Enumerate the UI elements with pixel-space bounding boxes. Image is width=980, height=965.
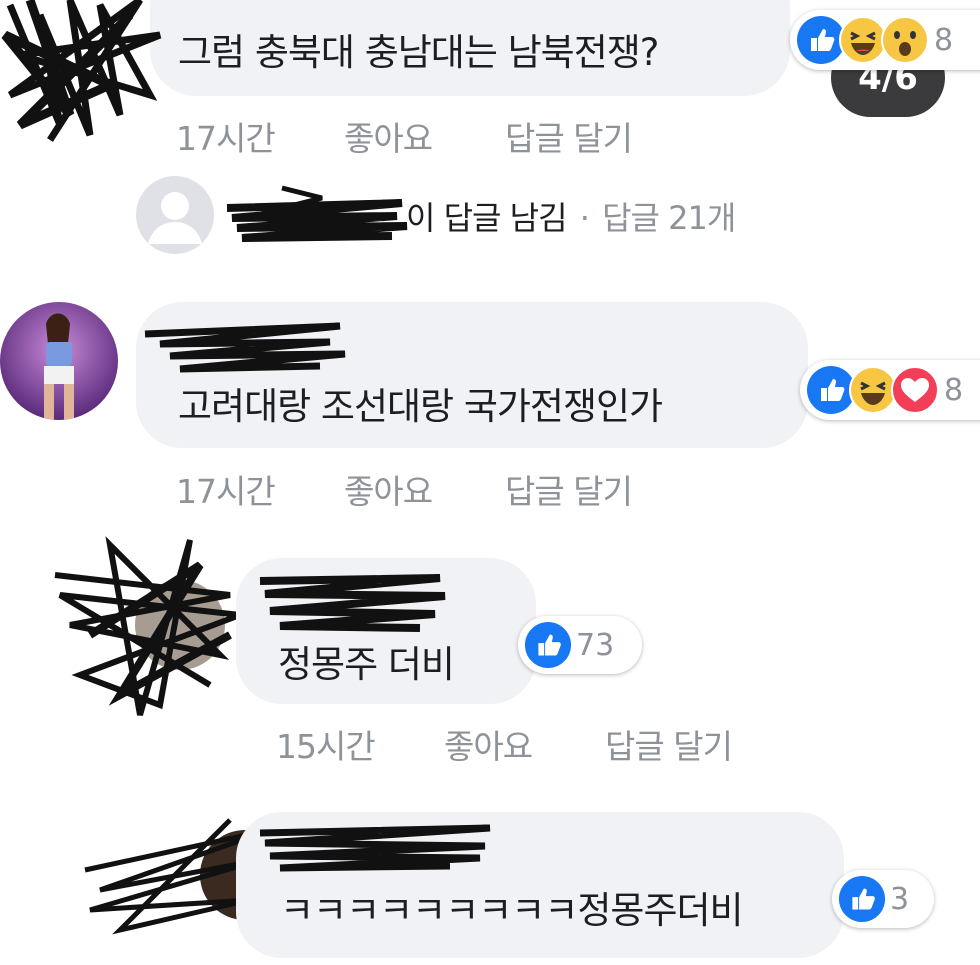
like-icon <box>524 621 572 669</box>
love-icon <box>891 366 939 414</box>
comment-text: 정몽주 더비 <box>278 643 455 686</box>
like-link[interactable]: 좋아요 <box>344 465 433 513</box>
avatar <box>136 176 214 254</box>
reply-link[interactable]: 답글 달기 <box>505 112 633 160</box>
wow-icon <box>881 16 929 64</box>
comment-time: 17시간 <box>176 472 276 511</box>
reaction-count: 8 <box>944 372 964 408</box>
reply-link[interactable]: 답글 달기 <box>505 465 633 513</box>
reaction-summary[interactable]: 8 <box>790 10 980 70</box>
redacted-avatar <box>54 536 242 716</box>
like-link[interactable]: 좋아요 <box>444 720 533 768</box>
like-icon <box>838 875 886 923</box>
comment-time: 17시간 <box>176 119 276 158</box>
reply-link[interactable]: 답글 달기 <box>605 720 733 768</box>
comment-time: 15시간 <box>276 727 376 766</box>
reaction-summary[interactable]: 8 <box>800 360 980 420</box>
like-link[interactable]: 좋아요 <box>344 112 433 160</box>
comment-text: 고려대랑 조선대랑 국가전쟁인가 <box>178 385 663 428</box>
reaction-summary[interactable]: 73 <box>518 616 642 674</box>
separator: · <box>579 199 590 237</box>
reaction-count: 73 <box>576 627 615 663</box>
reaction-count: 8 <box>934 22 954 58</box>
replies-summary[interactable]: 이 답글 남김 · 답글 21개 <box>406 193 736 239</box>
avatar <box>0 302 118 420</box>
comment-text: ㅋㅋㅋㅋㅋㅋㅋㅋㅋ정몽주더비 <box>280 889 744 932</box>
left-reply-text: 이 답글 남김 <box>406 199 568 237</box>
reaction-summary[interactable]: 3 <box>832 870 934 928</box>
comment-text: 그럼 충북대 충남대는 남북전쟁? <box>178 31 659 74</box>
reply-count: 답글 21개 <box>602 199 736 237</box>
comment-meta: 17시간 <box>176 112 276 160</box>
reaction-count: 3 <box>890 881 910 917</box>
redacted-name <box>226 185 408 242</box>
